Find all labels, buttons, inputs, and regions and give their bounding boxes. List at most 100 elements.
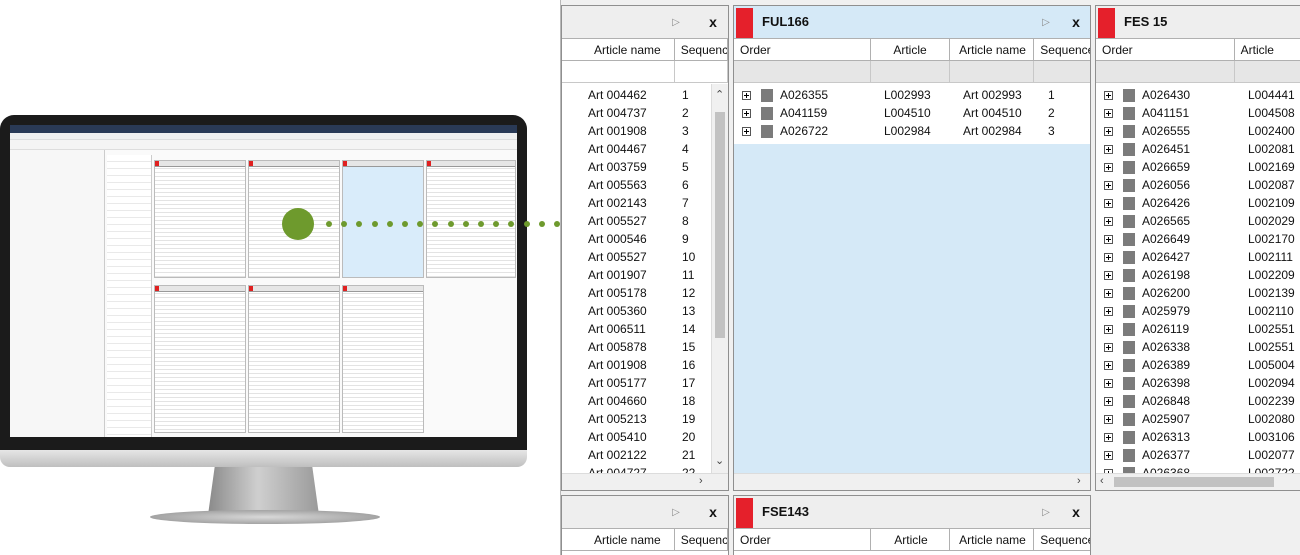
table-row[interactable]: Art 001907 11 (562, 266, 706, 284)
table-row[interactable]: A026430 L004441 (1096, 86, 1300, 104)
expand-icon[interactable] (1104, 252, 1113, 262)
expand-icon[interactable] (1104, 360, 1113, 370)
table-row[interactable]: Art 005360 13 (562, 302, 706, 320)
expand-icon[interactable] (1104, 306, 1113, 316)
table-row[interactable]: A026649 L002170 (1096, 230, 1300, 248)
col-sequence[interactable]: Sequence (675, 39, 728, 60)
play-icon[interactable]: ▷ (1039, 16, 1053, 30)
table-row[interactable]: A026198 L002209 (1096, 266, 1300, 284)
vertical-scrollbar[interactable]: ⌃ ⌄ (711, 84, 728, 474)
horizontal-scrollbar[interactable]: ‹ (1096, 473, 1300, 490)
expand-icon[interactable] (1104, 180, 1113, 190)
table-row[interactable]: A026119 L002551 (1096, 320, 1300, 338)
table-row[interactable]: Art 006511 14 (562, 320, 706, 338)
col-article[interactable]: Article (871, 529, 950, 550)
table-row[interactable]: A026355 L002993 Art 002993 1 (734, 86, 1090, 104)
table-row[interactable]: Art 005563 6 (562, 176, 706, 194)
scroll-thumb[interactable] (1114, 477, 1274, 487)
col-article-name[interactable]: Article name (950, 39, 1035, 60)
expand-icon[interactable] (1104, 378, 1113, 388)
horizontal-scrollbar[interactable]: › (562, 473, 728, 490)
col-order[interactable]: Order (734, 529, 872, 550)
table-row[interactable]: A026848 L002239 (1096, 392, 1300, 410)
close-button[interactable]: x (1068, 503, 1084, 521)
expand-icon[interactable] (1104, 108, 1113, 118)
expand-icon[interactable] (1104, 126, 1113, 136)
expand-icon[interactable] (1104, 234, 1113, 244)
expand-icon[interactable] (1104, 432, 1113, 442)
filter-article-name[interactable] (562, 61, 675, 82)
scroll-down-icon[interactable]: ⌄ (715, 454, 724, 467)
expand-icon[interactable] (1104, 162, 1113, 172)
table-row[interactable]: Art 002122 21 (562, 446, 706, 464)
table-row[interactable]: Art 005410 20 (562, 428, 706, 446)
table-row[interactable]: A026377 L002077 (1096, 446, 1300, 464)
table-row[interactable]: A025979 L002110 (1096, 302, 1300, 320)
table-row[interactable]: A026427 L002111 (1096, 248, 1300, 266)
filter-order[interactable] (1096, 61, 1235, 82)
table-row[interactable]: A041159 L004510 Art 004510 2 (734, 104, 1090, 122)
scroll-thumb[interactable] (715, 112, 725, 338)
table-row[interactable]: Art 004462 1 (562, 86, 706, 104)
play-icon[interactable]: ▷ (669, 506, 683, 520)
col-article-name[interactable]: Article name (562, 39, 675, 60)
table-row[interactable]: A026200 L002139 (1096, 284, 1300, 302)
col-article-name[interactable]: Article name (950, 529, 1035, 550)
table-row[interactable]: A026451 L002081 (1096, 140, 1300, 158)
expand-icon[interactable] (742, 108, 751, 118)
filter-order[interactable] (734, 61, 872, 82)
table-row[interactable]: Art 004467 4 (562, 140, 706, 158)
table-row[interactable]: Art 000546 9 (562, 230, 706, 248)
scroll-left-icon[interactable]: ‹ (1100, 475, 1104, 487)
col-article[interactable]: Article (871, 39, 950, 60)
close-button[interactable]: x (705, 503, 721, 521)
filter-sequence[interactable] (1034, 61, 1090, 82)
play-icon[interactable]: ▷ (669, 16, 683, 30)
col-order[interactable]: Order (1096, 39, 1235, 60)
table-row[interactable]: Art 004660 18 (562, 392, 706, 410)
col-article-name[interactable]: Article name (562, 529, 675, 550)
expand-icon[interactable] (1104, 198, 1113, 208)
scroll-right-icon[interactable]: › (1077, 475, 1081, 487)
expand-icon[interactable] (1104, 450, 1113, 460)
table-row[interactable]: A025907 L002080 (1096, 410, 1300, 428)
filter-article-name[interactable] (949, 61, 1035, 82)
table-row[interactable]: A026398 L002094 (1096, 374, 1300, 392)
expand-icon[interactable] (1104, 414, 1113, 424)
table-row[interactable]: A041151 L004508 (1096, 104, 1300, 122)
table-row[interactable]: Art 002143 7 (562, 194, 706, 212)
expand-icon[interactable] (1104, 270, 1113, 280)
table-row[interactable]: A026056 L002087 (1096, 176, 1300, 194)
expand-icon[interactable] (742, 126, 751, 136)
expand-icon[interactable] (1104, 144, 1113, 154)
expand-icon[interactable] (1104, 90, 1113, 100)
scroll-right-icon[interactable]: › (699, 475, 703, 487)
table-row[interactable]: A026722 L002984 Art 002984 3 (734, 122, 1090, 140)
table-row[interactable]: Art 005177 17 (562, 374, 706, 392)
table-row[interactable]: A026313 L003106 (1096, 428, 1300, 446)
close-button[interactable]: x (705, 13, 721, 31)
table-row[interactable]: Art 005878 15 (562, 338, 706, 356)
table-row[interactable]: A026426 L002109 (1096, 194, 1300, 212)
table-row[interactable]: Art 003759 5 (562, 158, 706, 176)
table-row[interactable]: A026338 L002551 (1096, 338, 1300, 356)
table-row[interactable]: A026555 L002400 (1096, 122, 1300, 140)
table-row[interactable]: Art 005527 8 (562, 212, 706, 230)
col-article[interactable]: Article (1235, 39, 1300, 60)
horizontal-scrollbar[interactable]: › (734, 473, 1090, 490)
expand-icon[interactable] (1104, 216, 1113, 226)
table-row[interactable]: Art 005178 12 (562, 284, 706, 302)
play-icon[interactable]: ▷ (1039, 506, 1053, 520)
col-order[interactable]: Order (734, 39, 872, 60)
filter-article[interactable] (871, 61, 950, 82)
table-row[interactable]: Art 004737 2 (562, 104, 706, 122)
scroll-up-icon[interactable]: ⌃ (715, 88, 724, 101)
table-row[interactable]: Art 005213 19 (562, 410, 706, 428)
col-sequence[interactable]: Sequence (675, 529, 728, 550)
expand-icon[interactable] (1104, 324, 1113, 334)
filter-article[interactable] (1234, 61, 1300, 82)
table-row[interactable]: A026389 L005004 (1096, 356, 1300, 374)
filter-sequence[interactable] (674, 61, 728, 82)
expand-icon[interactable] (1104, 342, 1113, 352)
expand-icon[interactable] (742, 90, 751, 100)
